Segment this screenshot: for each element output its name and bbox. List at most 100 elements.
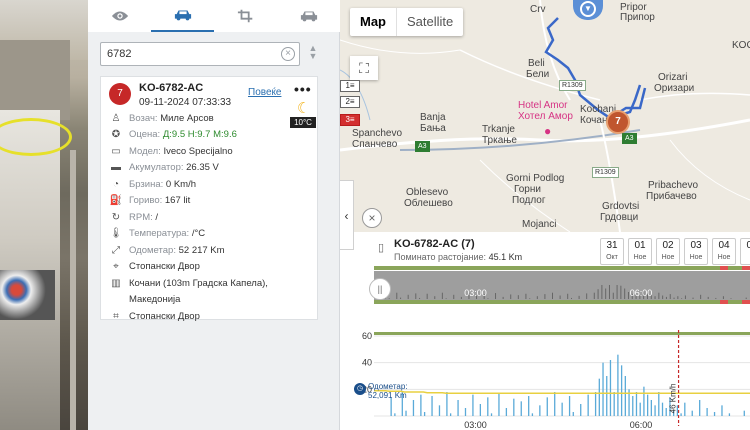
tab-vehicles[interactable] xyxy=(151,0,214,32)
rating-label: Оцена: xyxy=(129,129,161,141)
vehicle-cluster-marker[interactable]: 7 xyxy=(606,110,630,134)
more-link[interactable]: Повеќе xyxy=(248,87,281,98)
map-place-label: Подлог xyxy=(512,195,546,206)
vehicle-details: ♙ Возач: Миле Арсов ✪ Оцена: Д:9.5 Н:9.7… xyxy=(109,110,319,325)
camera-snapshot-image[interactable] xyxy=(0,0,88,430)
vehicle-datetime: 09-11-2024 07:33:33 xyxy=(139,97,232,108)
rpm-icon: ↻ xyxy=(111,211,121,223)
map-view[interactable]: Map Satellite ⛶ 1≡ 2≡ 3≡ ▼ Crv Pripor Прип… xyxy=(340,0,750,232)
chart-distance: Поминато растојание: 45.1 Km xyxy=(394,252,522,262)
cursor-speed-label: 46 Km/h xyxy=(669,384,678,414)
detail-zone: ⌖ Стопански Двор xyxy=(109,259,319,276)
timeline-slider-handle[interactable]: || xyxy=(369,278,391,300)
detail-rpm: ↻ RPM: / xyxy=(109,209,319,226)
tab-vehicles-2[interactable] xyxy=(277,0,340,32)
day-month: Ное xyxy=(633,254,647,261)
detail-address: ▥ Кочани (103m Градска Капела), xyxy=(109,275,319,292)
speed-chart[interactable]: 03:00 06:0020406046 Km/h03:00 06:00 xyxy=(354,266,750,430)
driver-label: Возач: xyxy=(129,112,158,124)
battery-label: Акумулатор: xyxy=(129,162,184,174)
close-icon[interactable]: × xyxy=(362,208,382,228)
overview-top-bar xyxy=(374,266,750,270)
battery-icon: ▬ xyxy=(111,162,121,174)
map-type-map[interactable]: Map xyxy=(350,8,396,36)
map-place-label: Grdovtsi xyxy=(602,201,640,212)
map-type-satellite[interactable]: Satellite xyxy=(396,8,463,36)
overview-time-tick: 06:00 xyxy=(630,288,653,298)
speed-value: 0 Km/h xyxy=(165,178,196,190)
car-front-icon: ▭ xyxy=(111,145,121,157)
camera-yellow-ring xyxy=(0,118,72,156)
day-number: 31 xyxy=(606,240,618,251)
yellow-series-line xyxy=(374,389,750,395)
model-value: Iveco Specijalno xyxy=(163,145,233,157)
map-place-label: Бања xyxy=(420,123,446,134)
road-shield: R1309 xyxy=(559,80,586,91)
speed-label: Брзина: xyxy=(129,178,164,190)
day-button[interactable]: 05 xyxy=(740,238,750,265)
vehicle-panel: × ▲▼ 7 KO-6782-AC 09-11-2024 07:33:33 По… xyxy=(88,0,340,430)
day-month: Ное xyxy=(717,254,731,261)
distance-label: Поминато растојание: xyxy=(394,252,487,262)
layer-1-icon[interactable]: 1≡ xyxy=(340,80,360,92)
search-input[interactable] xyxy=(101,43,271,65)
map-place-label: Orizari xyxy=(658,72,688,83)
day-number: 05 xyxy=(746,240,750,251)
hotel-pin-icon[interactable]: ● xyxy=(544,125,551,137)
detail-odometer: ⤢ Одометар: 52 217 Km xyxy=(109,242,319,259)
map-place-label: Спанчево xyxy=(352,139,398,150)
day-button[interactable]: 04 Ное xyxy=(712,238,736,265)
overview-alert-mark xyxy=(720,300,728,304)
map-place-label: Mojanci xyxy=(522,219,557,230)
chart-odometer-label: Одометар: xyxy=(368,382,408,391)
temperature-label: Температура: xyxy=(129,228,190,240)
day-button[interactable]: 02 Ное xyxy=(656,238,680,265)
tab-crop[interactable] xyxy=(214,0,277,32)
distance-value: 45.1 Km xyxy=(488,252,523,262)
tab-view[interactable] xyxy=(88,0,151,32)
overview-time-tick: 03:00 xyxy=(464,288,487,298)
map-place-label: Горни xyxy=(514,184,541,195)
day-button[interactable]: 01 Ное xyxy=(628,238,652,265)
day-button[interactable]: 03 Ное xyxy=(684,238,708,265)
eye-icon xyxy=(111,11,128,21)
fuel-value: 167 lit xyxy=(164,195,191,207)
day-number: 04 xyxy=(718,240,730,251)
chart-odometer: Одометар: 52,091 Km xyxy=(368,382,408,400)
x-tick-label: 06:00 xyxy=(630,420,653,430)
sort-arrows-icon[interactable]: ▲ ▼ xyxy=(306,44,320,66)
layer-3-icon[interactable]: 3≡ xyxy=(340,114,360,126)
rating-d: Д:9.5 xyxy=(162,129,186,141)
map-place-label: Trkanje xyxy=(482,124,515,135)
hotel-label: Hotel Amor Хотел Амор xyxy=(518,100,573,122)
map-place-label: Оризари xyxy=(654,83,695,94)
chart-vehicle-title: KO-6782-AC (7) xyxy=(394,238,475,250)
driver-value: Миле Арсов xyxy=(160,112,214,124)
odometer-value: 52 217 Km xyxy=(178,244,225,256)
fullscreen-icon[interactable]: ⛶ xyxy=(350,56,378,80)
day-month: Ное xyxy=(689,254,703,261)
map-place-label: Beli xyxy=(528,58,545,69)
panel-collapse-button[interactable]: ‹ xyxy=(340,180,354,250)
vehicle-search: × xyxy=(100,42,300,66)
day-button[interactable]: 31 Окт xyxy=(600,238,624,265)
car-icon xyxy=(174,10,191,21)
odometer-label: Одометар: xyxy=(129,244,176,256)
clear-search-icon[interactable]: × xyxy=(281,47,295,61)
camera-pole xyxy=(70,150,76,430)
odometer-icon: ⤢ xyxy=(112,244,120,256)
road-shield: A3 xyxy=(415,141,430,152)
layer-2-icon[interactable]: 2≡ xyxy=(340,96,360,108)
vehicle-card[interactable]: 7 KO-6782-AC 09-11-2024 07:33:33 Повеќе … xyxy=(100,76,318,322)
limit-band xyxy=(374,332,750,335)
overview-alert-mark xyxy=(742,266,750,270)
map-place-label: Pribachevo xyxy=(648,180,699,191)
rpm-value: / xyxy=(155,211,159,223)
zone2-value: Стопански Двор xyxy=(129,310,200,322)
more-options-icon[interactable]: ••• xyxy=(294,81,312,97)
battery-value: 26.35 V xyxy=(186,162,219,174)
map-place-label: Banja xyxy=(420,112,446,123)
overview-band xyxy=(374,271,750,301)
map-place-label: KOCANI MUNIC xyxy=(732,40,750,51)
day-month: Окт xyxy=(606,254,618,261)
